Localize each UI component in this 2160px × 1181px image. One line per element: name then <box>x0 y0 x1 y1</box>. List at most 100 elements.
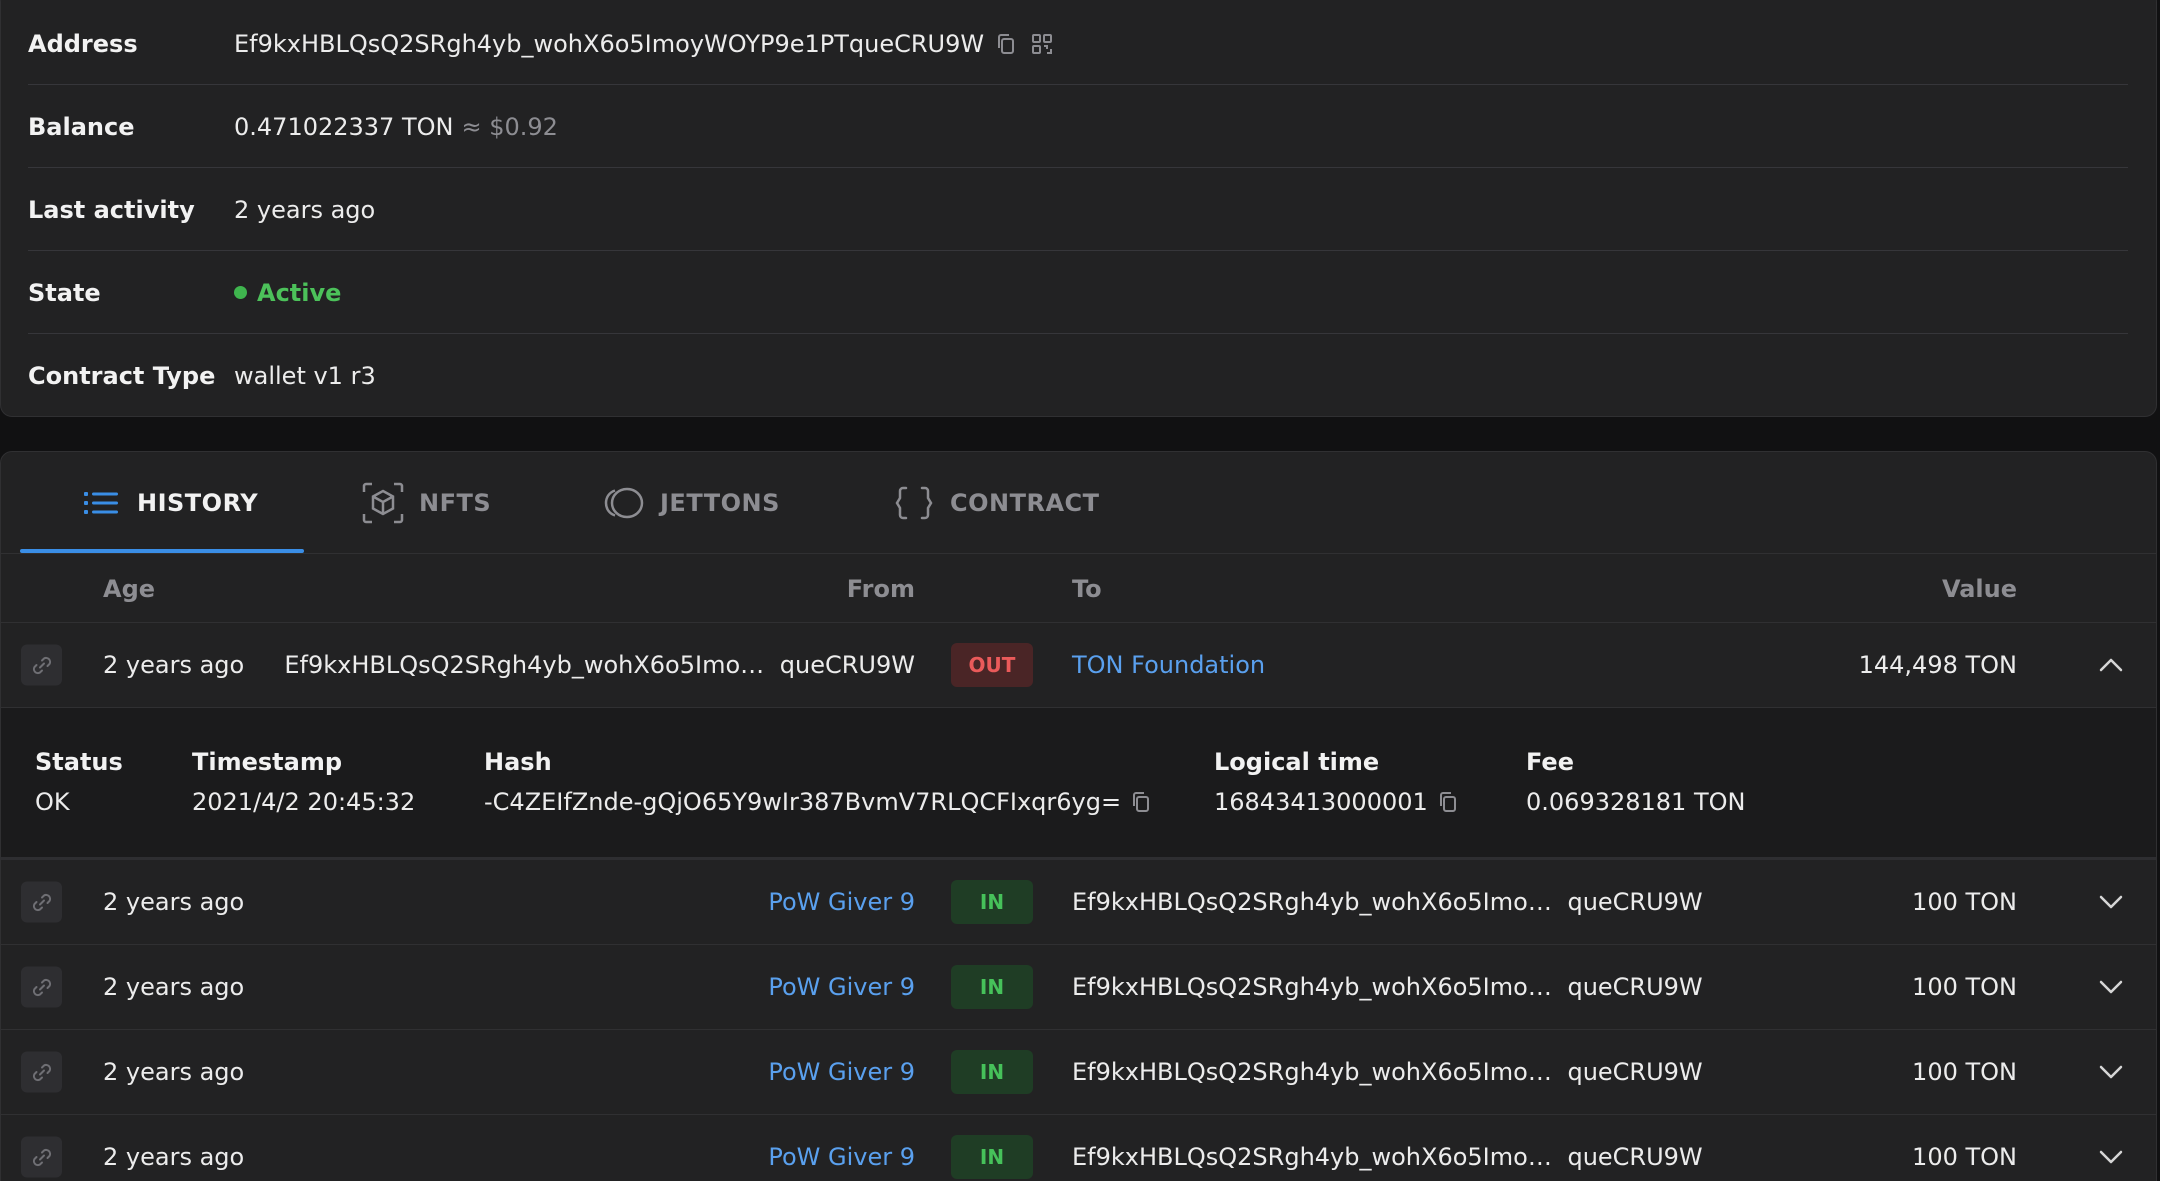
table-row[interactable]: 2 years ago Ef9kxHBLQsQ2SRgh4yb_wohX6o5I… <box>1 623 2156 708</box>
last-activity-label: Last activity <box>28 195 195 224</box>
hash-value-wrap: -C4ZEIfZnde-gQjO65Y9wIr387BvmV7RLQCFIxqr… <box>484 788 1155 816</box>
chevron-up-icon[interactable] <box>2095 649 2127 681</box>
tab-history[interactable]: HISTORY <box>79 452 258 554</box>
coins-icon <box>602 481 646 525</box>
row-from-link[interactable]: PoW Giver 9 <box>768 1058 915 1086</box>
row-value: 144,498 TON <box>1858 651 2017 679</box>
transactions-card: HISTORY NFTS JETTONS CONTRACT Age From T… <box>0 451 2157 1181</box>
detail-timestamp: Timestamp 2021/4/2 20:45:32 <box>192 748 415 816</box>
row-value: 100 TON <box>1912 973 2017 1001</box>
account-info-card: Address Ef9kxHBLQsQ2SRgh4yb_wohX6o5ImoyW… <box>0 0 2157 417</box>
row-age: 2 years ago <box>103 1058 245 1086</box>
contract-type-value: wallet v1 r3 <box>234 361 376 390</box>
timestamp-label: Timestamp <box>192 748 343 776</box>
col-value: Value <box>1941 574 2017 603</box>
link-icon[interactable] <box>21 1051 62 1093</box>
lt-value[interactable]: 16843413000001 <box>1214 788 1428 816</box>
row-age: 2 years ago <box>103 651 245 679</box>
table-row[interactable]: 2 years ago PoW Giver 9 IN Ef9kxHBLQsQ2S… <box>1 1030 2156 1115</box>
active-tab-indicator <box>20 549 304 553</box>
row-age: 2 years ago <box>103 1143 245 1171</box>
contract-type-label: Contract Type <box>28 361 216 390</box>
chevron-down-icon[interactable] <box>2095 971 2127 1003</box>
row-from-address[interactable]: Ef9kxHBLQsQ2SRgh4yb_wohX6o5Imo… queCRU9W <box>284 651 915 679</box>
braces-icon <box>892 481 936 525</box>
direction-badge: IN <box>951 965 1033 1009</box>
tab-jettons-label: JETTONS <box>660 489 780 517</box>
col-to: To <box>1072 574 1102 603</box>
row-value: 100 TON <box>1912 1058 2017 1086</box>
timestamp-value: 2021/4/2 20:45:32 <box>192 788 416 816</box>
tab-jettons[interactable]: JETTONS <box>602 452 780 554</box>
copy-icon[interactable] <box>1434 788 1462 816</box>
link-icon[interactable] <box>21 1136 62 1178</box>
row-to-address[interactable]: Ef9kxHBLQsQ2SRgh4yb_wohX6o5Imo… queCRU9W <box>1072 1143 1703 1171</box>
status-label: Status <box>35 748 123 776</box>
from-address-end: queCRU9W <box>779 651 915 679</box>
row-to-address[interactable]: Ef9kxHBLQsQ2SRgh4yb_wohX6o5Imo… queCRU9W <box>1072 973 1703 1001</box>
detail-fee: Fee 0.069328181 TON <box>1526 748 1745 816</box>
to-address-start: Ef9kxHBLQsQ2SRgh4yb_wohX6o5Imo… <box>1072 973 1552 1001</box>
tab-nfts[interactable]: NFTS <box>361 452 491 554</box>
row-from-link[interactable]: PoW Giver 9 <box>768 888 915 916</box>
table-row[interactable]: 2 years ago PoW Giver 9 IN Ef9kxHBLQsQ2S… <box>1 945 2156 1030</box>
link-icon[interactable] <box>21 881 62 923</box>
col-age: Age <box>103 574 156 603</box>
chevron-down-icon[interactable] <box>2095 1056 2127 1088</box>
row-age: 2 years ago <box>103 973 245 1001</box>
last-activity-value: 2 years ago <box>234 195 376 224</box>
link-icon[interactable] <box>21 966 62 1008</box>
lt-value-wrap: 16843413000001 <box>1214 788 1462 816</box>
balance-value: 0.471022337 TON <box>234 112 454 141</box>
row-value: 100 TON <box>1912 888 2017 916</box>
hash-label: Hash <box>484 748 552 776</box>
row-from-link[interactable]: PoW Giver 9 <box>768 973 915 1001</box>
tab-contract[interactable]: CONTRACT <box>892 452 1100 554</box>
address-label: Address <box>28 29 138 58</box>
transaction-details: Status OK Timestamp 2021/4/2 20:45:32 Ha… <box>1 708 2156 860</box>
table-row[interactable]: 2 years ago PoW Giver 9 IN Ef9kxHBLQsQ2S… <box>1 1115 2156 1181</box>
cube-icon <box>361 481 405 525</box>
detail-status: Status OK <box>35 748 123 816</box>
detail-hash: Hash -C4ZEIfZnde-gQjO65Y9wIr387BvmV7RLQC… <box>484 748 1155 816</box>
fee-value: 0.069328181 TON <box>1526 788 1746 816</box>
address-value[interactable]: Ef9kxHBLQsQ2SRgh4yb_wohX6o5ImoyWOYP9e1PT… <box>234 30 984 58</box>
tab-contract-label: CONTRACT <box>950 489 1100 517</box>
hash-value[interactable]: -C4ZEIfZnde-gQjO65Y9wIr387BvmV7RLQCFIxqr… <box>484 788 1121 816</box>
status-dot-icon <box>234 286 247 299</box>
balance-value-wrap: 0.471022337 TON ≈ $0.92 <box>234 113 558 141</box>
to-address-start: Ef9kxHBLQsQ2SRgh4yb_wohX6o5Imo… <box>1072 1058 1552 1086</box>
tab-nfts-label: NFTS <box>419 489 492 517</box>
status-value: OK <box>35 788 70 816</box>
tab-history-label: HISTORY <box>137 489 259 517</box>
chevron-down-icon[interactable] <box>2095 1141 2127 1173</box>
link-icon[interactable] <box>21 644 62 686</box>
to-address-start: Ef9kxHBLQsQ2SRgh4yb_wohX6o5Imo… <box>1072 888 1552 916</box>
row-to-address[interactable]: Ef9kxHBLQsQ2SRgh4yb_wohX6o5Imo… queCRU9W <box>1072 888 1703 916</box>
direction-badge: IN <box>951 1050 1033 1094</box>
qr-code-icon[interactable] <box>1028 30 1056 58</box>
balance-usd: ≈ $0.92 <box>461 112 558 141</box>
row-to-link[interactable]: TON Foundation <box>1072 651 1265 679</box>
chevron-down-icon[interactable] <box>2095 886 2127 918</box>
balance-label: Balance <box>28 112 135 141</box>
balance-row: Balance 0.471022337 TON ≈ $0.92 <box>28 85 2128 168</box>
table-row[interactable]: 2 years ago PoW Giver 9 IN Ef9kxHBLQsQ2S… <box>1 860 2156 945</box>
state-value: Active <box>257 278 342 307</box>
copy-icon[interactable] <box>1127 788 1155 816</box>
direction-badge: OUT <box>951 643 1033 687</box>
fee-label: Fee <box>1526 748 1574 776</box>
to-address-end: queCRU9W <box>1567 973 1703 1001</box>
state-value-wrap: Active <box>234 279 341 307</box>
row-from-link[interactable]: PoW Giver 9 <box>768 1143 915 1171</box>
row-to-address[interactable]: Ef9kxHBLQsQ2SRgh4yb_wohX6o5Imo… queCRU9W <box>1072 1058 1703 1086</box>
copy-icon[interactable] <box>992 30 1020 58</box>
detail-logical-time: Logical time 16843413000001 <box>1214 748 1462 816</box>
table-header: Age From To Value <box>1 555 2156 623</box>
state-row: State Active <box>28 251 2128 334</box>
to-address-end: queCRU9W <box>1567 1058 1703 1086</box>
row-value: 100 TON <box>1912 1143 2017 1171</box>
from-address-start: Ef9kxHBLQsQ2SRgh4yb_wohX6o5Imo… <box>284 651 765 679</box>
col-from: From <box>846 574 915 603</box>
address-row: Address Ef9kxHBLQsQ2SRgh4yb_wohX6o5ImoyW… <box>28 2 2128 85</box>
